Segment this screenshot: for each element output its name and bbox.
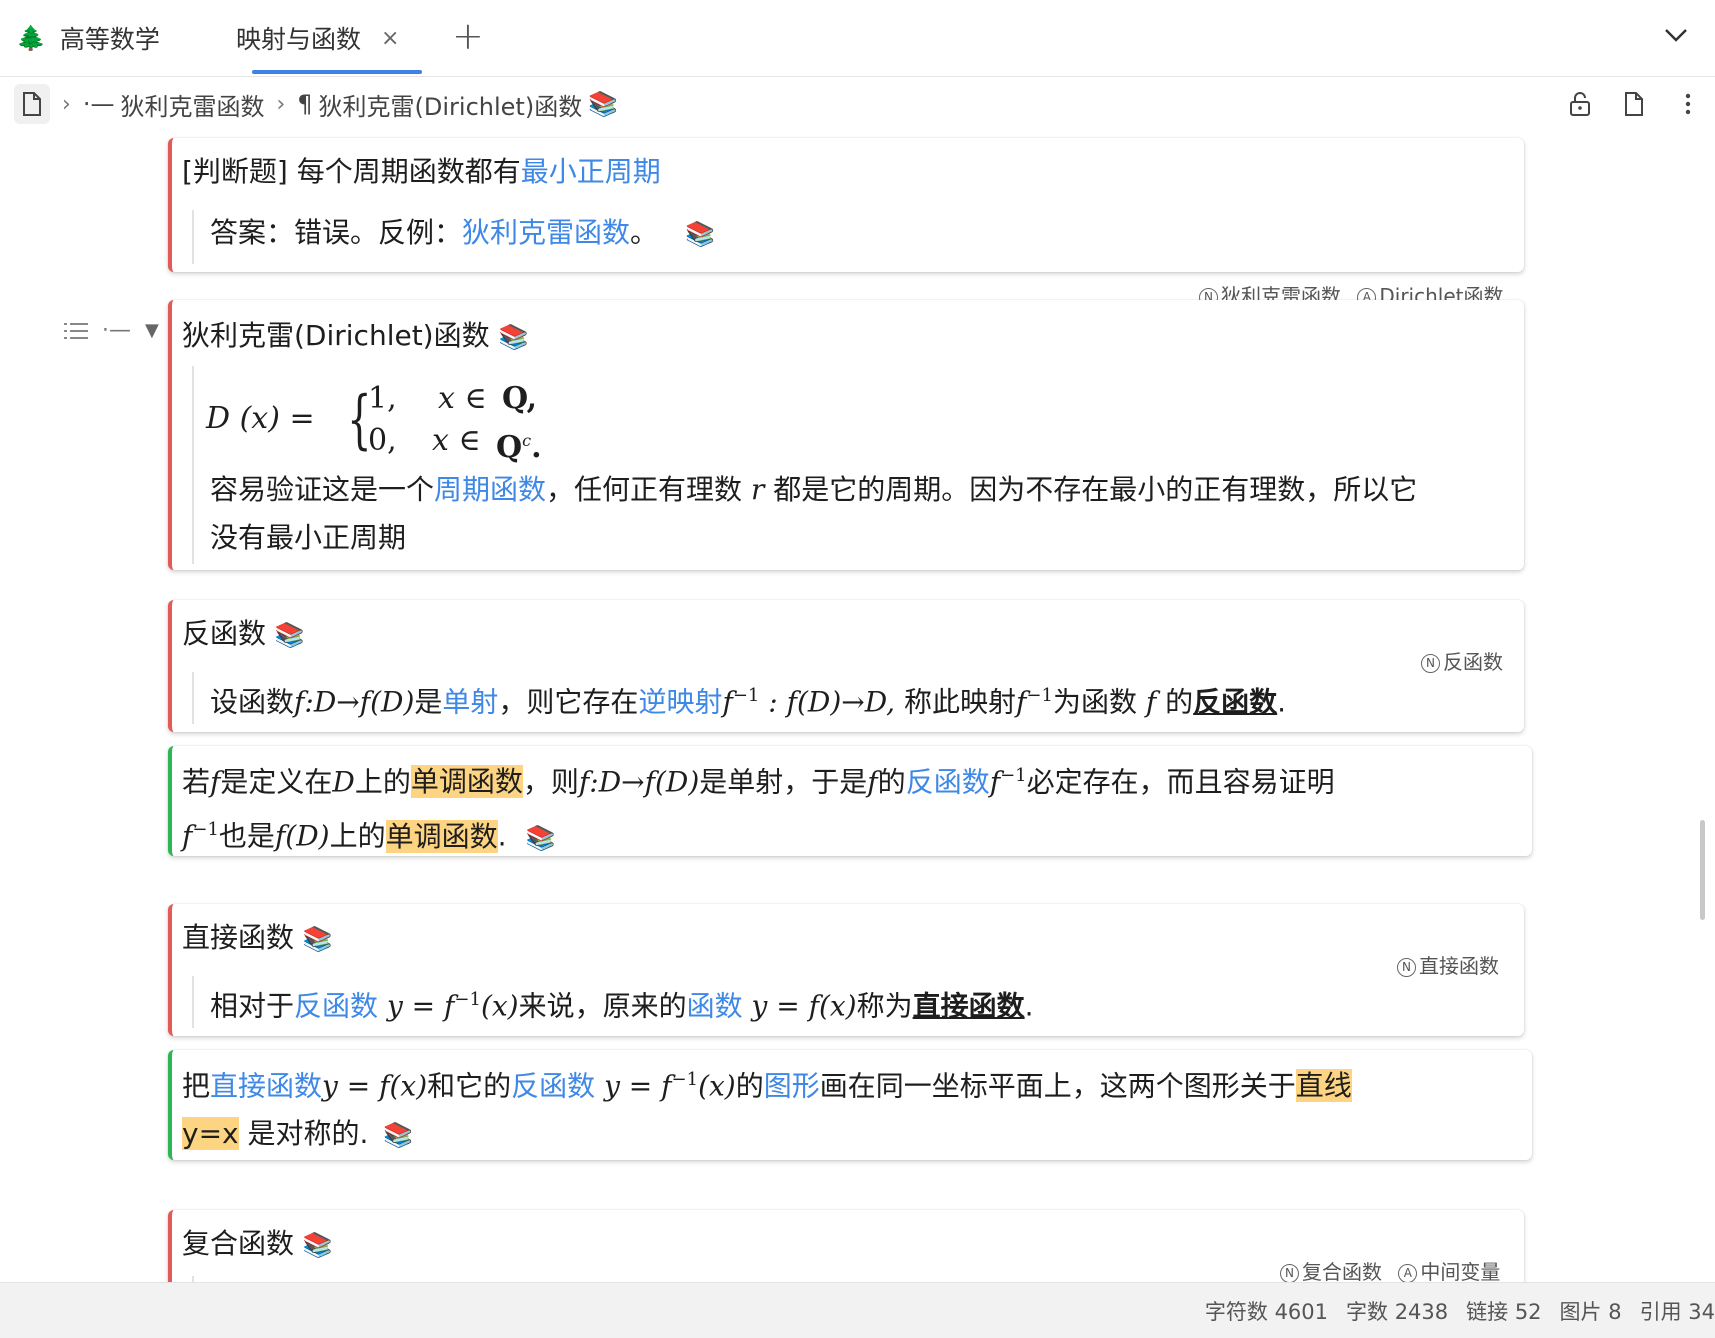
link-direct-function[interactable]: 直接函数 [210, 1069, 322, 1102]
status-bar: 字符数 4601 字数 2438 链接 52 图片 8 引用 34 [0, 1282, 1715, 1338]
books-icon: 📚 [274, 621, 305, 649]
block-refs: N 直接函数 [1397, 950, 1499, 979]
link-inverse-function[interactable]: 反函数 [294, 989, 378, 1022]
toolbar [1553, 78, 1715, 130]
highlight-line-yx: y=x [182, 1117, 239, 1151]
bold-term: 反函数 [1193, 685, 1278, 719]
block-title: 直接函数 📚 [182, 921, 333, 954]
books-icon: 📚 [588, 90, 619, 118]
dirichlet-formula: D (x) = { 1, x ∈ Q, 0, x ∈ Qc. [206, 381, 542, 465]
books-icon: 📚 [302, 925, 333, 953]
monotone-text: 若f是定义在D上的单调函数，则f:D→f(D)是单射，于是f的反函数f−1必定存… [182, 765, 1335, 853]
answer-blockquote: 答案：错误。反例：狄利克雷函数。 📚 [192, 210, 715, 264]
link-graph[interactable]: 图形 [764, 1069, 820, 1102]
link-inverse-function[interactable]: 反函数 [511, 1069, 595, 1102]
link-inverse-function[interactable]: 反函数 [906, 765, 990, 798]
symmetry-text: 把直接函数y = f(x)和它的反函数 y = f−1(x)的图形画在同一坐标平… [182, 1069, 1352, 1151]
breadcrumb: › ⋅— 狄利克雷函数 › ¶ 狄利克雷(Dirichlet)函数 📚 [0, 78, 1715, 130]
block-refs: N 反函数 [1421, 646, 1503, 675]
tab-yingshe-yu-hanshu[interactable]: 映射与函数 × [236, 0, 399, 76]
link-min-positive-period[interactable]: 最小正周期 [521, 155, 661, 188]
block-dirichlet-function[interactable]: 狄利克雷(Dirichlet)函数 📚 D (x) = { 1, x ∈ Q, … [168, 300, 1524, 570]
paragraph-icon: ¶ [297, 90, 313, 118]
block-monotone-inverse[interactable]: 若f是定义在D上的单调函数，则f:D→f(D)是单射，于是f的反函数f−1必定存… [168, 746, 1532, 856]
inverse-definition: 设函数f:D→f(D)是单射，则它存在逆映射f−1 : f(D)→D, 称此映射… [192, 672, 1286, 724]
breadcrumb-label: 狄利克雷函数 [120, 92, 265, 121]
document-icon[interactable] [1607, 92, 1661, 116]
unlock-icon[interactable] [1553, 92, 1607, 116]
block-gutter: ⋅— ▼ [64, 318, 159, 343]
breadcrumb-label: 狄利克雷(Dirichlet)函数 [318, 92, 583, 121]
highlight-monotone-function: 单调函数 [410, 765, 523, 799]
tree-icon: 🌲 [16, 24, 46, 52]
chevron-right-icon: › [62, 91, 71, 117]
block-title: 反函数 📚 [182, 617, 305, 650]
active-tab-indicator [252, 70, 422, 74]
link-periodic-function[interactable]: 周期函数 [434, 473, 546, 506]
highlight-line: 直线 [1295, 1069, 1352, 1103]
link-injection[interactable]: 单射 [442, 685, 498, 718]
block-judgement-question[interactable]: [判断题] 每个周期函数都有最小正周期 答案：错误。反例：狄利克雷函数。 📚 [168, 138, 1524, 272]
close-icon[interactable]: × [381, 26, 399, 51]
dirichlet-content: D (x) = { 1, x ∈ Q, 0, x ∈ Qc. 容易验证这是一个周… [192, 366, 1510, 564]
block-direct-function[interactable]: 直接函数 📚 N 直接函数 相对于反函数 y = f−1(x)来说，原来的函数 y… [168, 904, 1524, 1036]
name-ref-badge[interactable]: N 反函数 [1421, 650, 1503, 674]
direct-definition: 相对于反函数 y = f−1(x)来说，原来的函数 y = f(x)称为直接函数… [192, 976, 1034, 1028]
link-function[interactable]: 函数 [687, 989, 743, 1022]
list-item-icon: ⋅— [82, 90, 115, 118]
chevron-right-icon: › [276, 91, 286, 117]
more-vertical-icon[interactable] [1661, 93, 1715, 115]
link-dirichlet-function[interactable]: 狄利克雷函数 [462, 216, 630, 249]
books-icon: 📚 [525, 823, 556, 852]
books-icon: 📚 [383, 1121, 414, 1150]
list-item-icon[interactable]: ⋅— [102, 318, 131, 343]
list-icon[interactable] [64, 321, 88, 341]
image-count: 图片 8 [1559, 1299, 1622, 1324]
breadcrumb-item-heading[interactable]: ⋅— 狄利克雷函数 [83, 87, 265, 122]
scrollbar[interactable] [1700, 820, 1705, 920]
block-title: 复合函数 📚 [182, 1227, 333, 1260]
tab-bar: 🌲 高等数学 映射与函数 × + [0, 0, 1715, 77]
alias-ref-badge[interactable]: A 中间变量 [1398, 1260, 1500, 1284]
bold-term: 直接函数 [912, 989, 1025, 1023]
breadcrumb-item-paragraph[interactable]: ¶ 狄利克雷(Dirichlet)函数 📚 [297, 87, 618, 122]
link-count: 链接 52 [1466, 1299, 1542, 1324]
dirichlet-description: 容易验证这是一个周期函数，任何正有理数 r 都是它的周期。因为不存在最小的正有理… [210, 473, 1418, 554]
document-icon[interactable] [14, 84, 50, 124]
books-icon: 📚 [302, 1231, 333, 1259]
name-ref-badge[interactable]: N 直接函数 [1397, 954, 1499, 978]
ref-count: 引用 34 [1639, 1299, 1715, 1324]
char-count: 字符数 4601 [1204, 1299, 1329, 1324]
question-text: [判断题] 每个周期函数都有最小正周期 [182, 155, 661, 188]
word-count: 字数 2438 [1346, 1299, 1449, 1324]
block-refs: N 复合函数 A 中间变量 [1280, 1256, 1500, 1285]
tab-label: 映射与函数 [236, 25, 362, 54]
name-ref-badge[interactable]: N 复合函数 [1280, 1260, 1382, 1284]
collapse-triangle-icon[interactable]: ▼ [145, 320, 159, 341]
link-inverse-mapping[interactable]: 逆映射 [638, 685, 722, 718]
block-title: 狄利克雷(Dirichlet)函数 📚 [182, 319, 529, 352]
books-icon: 📚 [498, 323, 529, 351]
tab-gaodeng-shuxue[interactable]: 🌲 高等数学 [16, 0, 160, 76]
chevron-down-icon[interactable] [1663, 22, 1689, 48]
new-tab-plus-icon[interactable]: + [452, 14, 484, 58]
books-icon: 📚 [684, 220, 715, 248]
tab-label: 高等数学 [59, 25, 160, 54]
block-inverse-function[interactable]: 反函数 📚 N 反函数 设函数f:D→f(D)是单射，则它存在逆映射f−1 : f… [168, 600, 1524, 732]
block-graph-symmetry[interactable]: 把直接函数y = f(x)和它的反函数 y = f−1(x)的图形画在同一坐标平… [168, 1050, 1532, 1160]
highlight-monotone-function: 单调函数 [385, 819, 498, 853]
